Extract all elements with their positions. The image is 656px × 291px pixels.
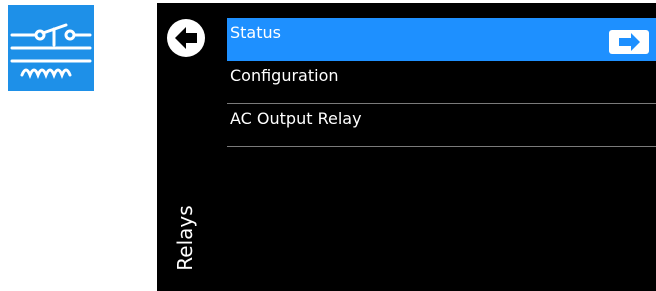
relay-screen: Relays Status Configuration AC Output Re… [157,3,656,291]
relay-icon [8,5,94,91]
menu-item-label: Status [230,23,281,42]
menu-list: Status Configuration AC Output Relay [227,18,656,147]
menu-item-configuration[interactable]: Configuration [227,61,656,104]
back-arrow-icon [175,27,197,49]
menu-item-status[interactable]: Status [227,18,656,61]
menu-item-label: AC Output Relay [230,109,362,128]
enter-arrow-icon[interactable] [609,30,649,54]
back-button[interactable] [167,19,205,57]
menu-item-label: Configuration [230,66,339,85]
side-title-label: Relays [173,205,197,271]
side-title: Relays [165,191,205,285]
menu-item-ac-output-relay[interactable]: AC Output Relay [227,104,656,147]
